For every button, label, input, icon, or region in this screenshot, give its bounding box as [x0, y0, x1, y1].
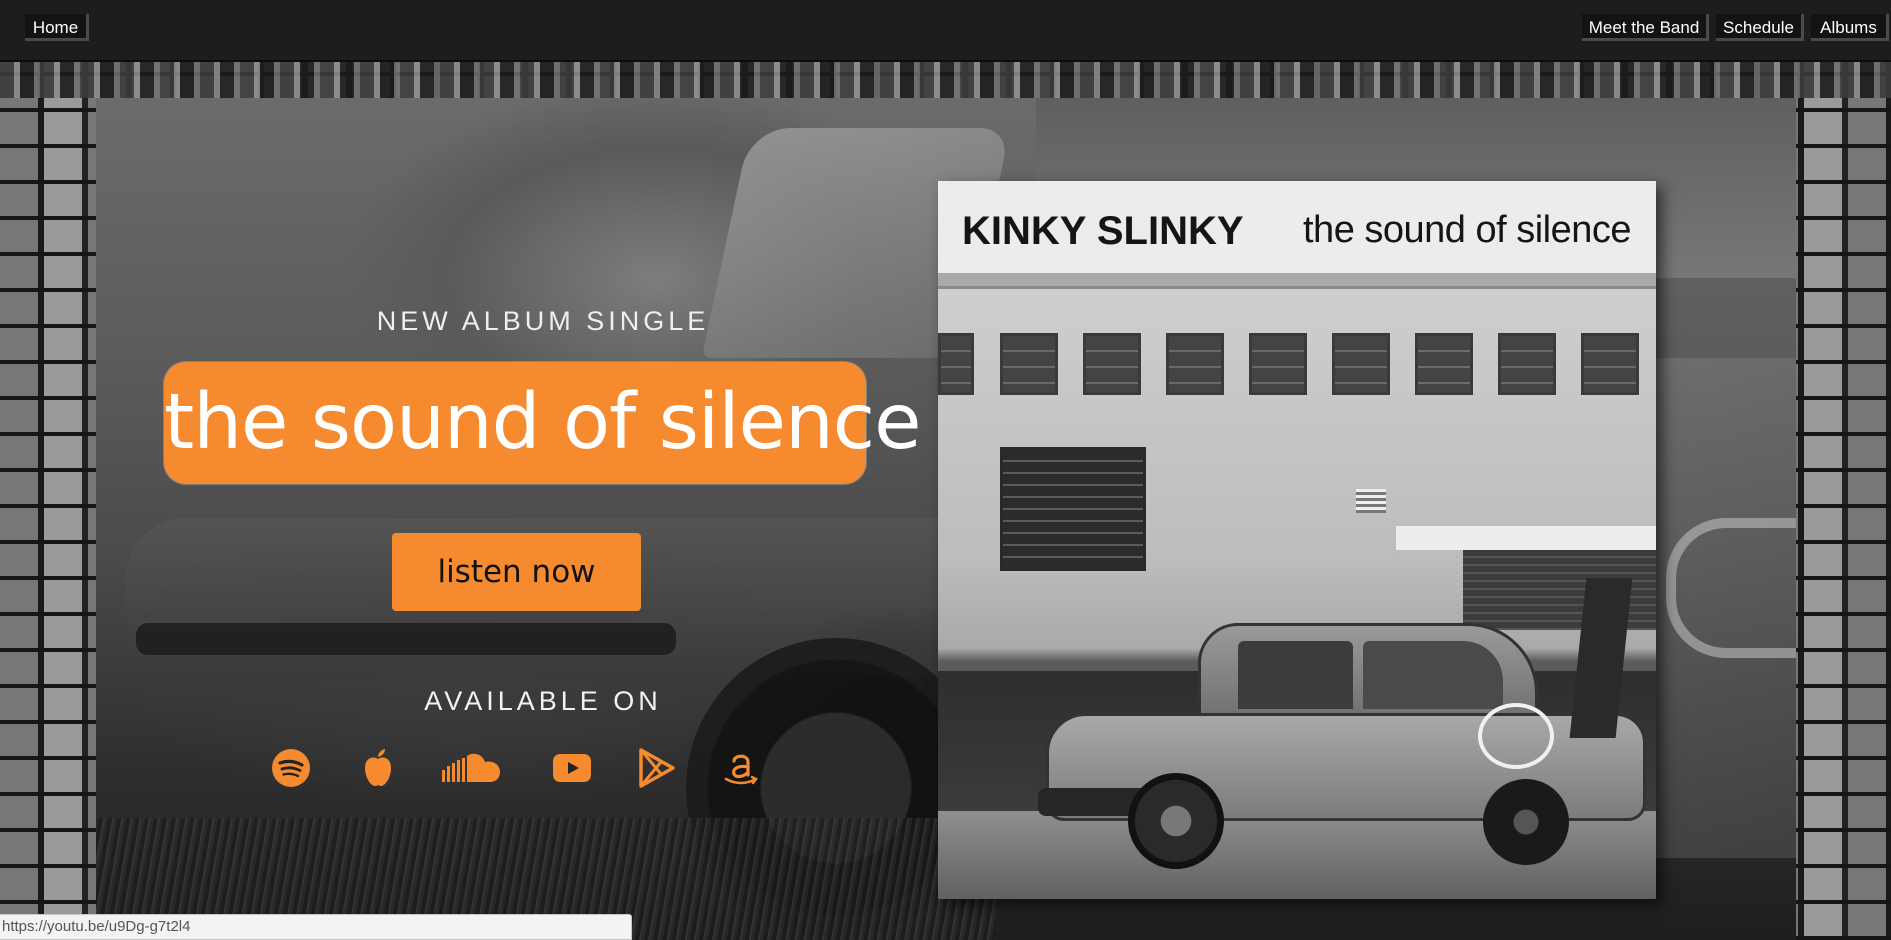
album-cover-art: KINKY SLINKY the sound of silence — [938, 181, 1656, 899]
cover-car-window — [1363, 641, 1503, 709]
top-navigation: Home Meet the Band Schedule Albums — [0, 0, 1891, 62]
cover-building-window — [1166, 333, 1224, 395]
google-play-icon[interactable] — [637, 745, 677, 791]
cover-building-window — [938, 333, 974, 395]
cover-flag — [1356, 489, 1386, 513]
cover-car-graffiti-star — [1478, 703, 1554, 769]
spotify-icon[interactable] — [269, 745, 313, 791]
nav-meet-the-band-link[interactable]: Meet the Band — [1582, 14, 1709, 41]
cover-building-window — [1498, 333, 1556, 395]
cover-building-window — [1083, 333, 1141, 395]
amazon-icon[interactable] — [723, 745, 759, 791]
nav-schedule-link[interactable]: Schedule — [1716, 14, 1804, 41]
status-bar-url: https://youtu.be/u9Dg-g7t2l4 — [0, 914, 632, 940]
cover-building-window — [1415, 333, 1473, 395]
hero-bg-bumper — [136, 623, 676, 655]
album-cover-header: KINKY SLINKY the sound of silence — [938, 181, 1656, 273]
cover-building-window — [1332, 333, 1390, 395]
brick-wall-top-border — [0, 62, 1891, 98]
album-cover-band-name: KINKY SLINKY — [962, 209, 1244, 253]
cover-car-wheel — [1128, 773, 1224, 869]
cover-car-window — [1238, 641, 1353, 709]
cover-garage-door — [1000, 447, 1146, 571]
hero-bg-graffiti — [1666, 518, 1796, 658]
soundcloud-icon[interactable] — [441, 745, 503, 791]
apple-icon[interactable] — [358, 745, 398, 791]
listen-now-button[interactable]: listen now — [392, 533, 641, 611]
album-cover-photo — [938, 273, 1656, 899]
cover-car-wheel — [1483, 779, 1569, 865]
album-single-eyebrow: NEW ALBUM SINGLE — [376, 306, 710, 336]
nav-albums-link[interactable]: Albums — [1811, 14, 1889, 41]
cover-building-window — [1581, 333, 1639, 395]
available-on-label: AVAILABLE ON — [424, 686, 662, 716]
cover-building-window — [1000, 333, 1058, 395]
single-title-badge: the sound of silence — [164, 362, 922, 484]
cover-awning — [1396, 526, 1656, 550]
nav-home-link[interactable]: Home — [25, 14, 89, 41]
cover-building-cornice — [938, 273, 1656, 289]
youtube-icon[interactable] — [552, 745, 592, 791]
album-cover-title: the sound of silence — [1303, 209, 1632, 251]
single-title: the sound of silence — [164, 378, 922, 467]
cover-building-window — [1249, 333, 1307, 395]
